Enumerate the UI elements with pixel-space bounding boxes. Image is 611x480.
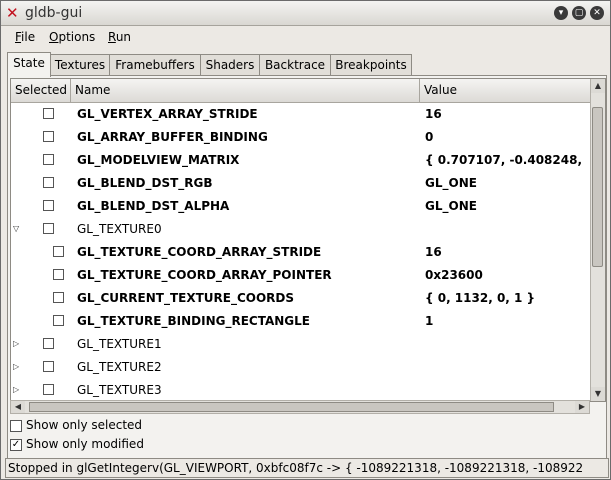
- row-value: 1: [425, 314, 434, 328]
- row-name: GL_CURRENT_TEXTURE_COORDS: [77, 291, 295, 305]
- tab-state[interactable]: State: [7, 52, 51, 77]
- expanded-triangle-icon[interactable]: ▽: [13, 225, 21, 233]
- row-select-checkbox[interactable]: [43, 131, 54, 142]
- row-name: GL_BLEND_DST_ALPHA: [77, 199, 230, 213]
- show-only-selected-checkbox[interactable]: [10, 420, 22, 432]
- table-row[interactable]: ▷ GL_TEXTURE1: [11, 333, 591, 356]
- row-name: GL_TEXTURE1: [77, 337, 162, 351]
- row-select-checkbox[interactable]: [43, 108, 54, 119]
- status-bar: Stopped in glGetIntegerv(GL_VIEWPORT, 0x…: [5, 458, 609, 478]
- row-select-checkbox[interactable]: [43, 338, 54, 349]
- row-select-checkbox[interactable]: [43, 361, 54, 372]
- scroll-up-icon[interactable]: ▲: [591, 79, 605, 93]
- row-value: GL_ONE: [425, 176, 477, 190]
- x-logo-icon: ✕: [6, 4, 19, 22]
- column-header-selected[interactable]: Selected: [11, 79, 71, 102]
- table-row[interactable]: GL_TEXTURE_COORD_ARRAY_POINTER 0x23600: [11, 264, 591, 287]
- row-name: GL_VERTEX_ARRAY_STRIDE: [77, 107, 258, 121]
- window-title: gldb-gui: [25, 5, 83, 21]
- row-name: GL_TEXTURE_COORD_ARRAY_POINTER: [77, 268, 332, 282]
- menu-run-mnemonic: R: [108, 30, 116, 44]
- table-row[interactable]: ▷ GL_TEXTURE2: [11, 356, 591, 379]
- row-name: GL_ARRAY_BUFFER_BINDING: [77, 130, 268, 144]
- row-value: 16: [425, 245, 442, 259]
- table-row[interactable]: GL_BLEND_DST_RGB GL_ONE: [11, 172, 591, 195]
- state-tree[interactable]: Selected Name Value GL_VERTEX_ARRAY_STRI…: [10, 78, 606, 402]
- row-value: 16: [425, 107, 442, 121]
- menu-file[interactable]: File: [15, 30, 35, 44]
- menu-options[interactable]: Options: [49, 30, 95, 44]
- close-icon[interactable]: ✕: [590, 6, 604, 20]
- collapsed-triangle-icon[interactable]: ▷: [13, 363, 21, 371]
- row-select-checkbox[interactable]: [43, 384, 54, 395]
- vertical-scrollbar[interactable]: ▲ ▼: [590, 79, 605, 401]
- maximize-icon[interactable]: ▢: [572, 6, 586, 20]
- scroll-down-icon[interactable]: ▼: [591, 387, 605, 401]
- row-name: GL_BLEND_DST_RGB: [77, 176, 213, 190]
- table-row[interactable]: GL_BLEND_DST_ALPHA GL_ONE: [11, 195, 591, 218]
- table-row[interactable]: GL_TEXTURE_BINDING_RECTANGLE 1: [11, 310, 591, 333]
- state-panel: Selected Name Value GL_VERTEX_ARRAY_STRI…: [7, 75, 607, 459]
- table-row[interactable]: GL_ARRAY_BUFFER_BINDING 0: [11, 126, 591, 149]
- row-value: 0: [425, 130, 434, 144]
- menu-options-label: ptions: [58, 30, 96, 44]
- row-name: GL_MODELVIEW_MATRIX: [77, 153, 240, 167]
- tab-framebuffers[interactable]: Framebuffers: [109, 54, 201, 75]
- table-row[interactable]: GL_MODELVIEW_MATRIX { 0.707107, -0.40824…: [11, 149, 591, 172]
- table-row[interactable]: GL_VERTEX_ARRAY_STRIDE 16: [11, 103, 591, 126]
- row-value: GL_ONE: [425, 199, 477, 213]
- row-select-checkbox[interactable]: [53, 269, 64, 280]
- row-select-checkbox[interactable]: [53, 315, 64, 326]
- menu-run-label: un: [115, 30, 132, 44]
- tab-bar: State Textures Framebuffers Shaders Back…: [7, 52, 607, 77]
- menu-run[interactable]: Run: [108, 30, 131, 44]
- show-only-modified-checkbox[interactable]: ✓: [10, 439, 22, 451]
- row-select-checkbox[interactable]: [43, 200, 54, 211]
- collapsed-triangle-icon[interactable]: ▷: [13, 340, 21, 348]
- main-window: ✕ gldb-gui ▾ ▢ ✕ File Options Run State …: [0, 0, 611, 480]
- show-only-selected-label: Show only selected: [26, 418, 143, 432]
- table-row[interactable]: ▷ GL_TEXTURE3: [11, 379, 591, 401]
- table-row[interactable]: ▽ GL_TEXTURE0: [11, 218, 591, 241]
- collapsed-triangle-icon[interactable]: ▷: [13, 386, 21, 394]
- row-name: GL_TEXTURE0: [77, 222, 162, 236]
- row-select-checkbox[interactable]: [53, 292, 64, 303]
- row-value: { 0.707107, -0.408248,: [425, 153, 583, 167]
- row-value: 0x23600: [425, 268, 483, 282]
- row-select-checkbox[interactable]: [43, 177, 54, 188]
- row-select-checkbox[interactable]: [53, 246, 64, 257]
- table-row[interactable]: GL_CURRENT_TEXTURE_COORDS { 0, 1132, 0, …: [11, 287, 591, 310]
- column-header-name[interactable]: Name: [71, 79, 420, 102]
- row-name: GL_TEXTURE3: [77, 383, 162, 397]
- horizontal-scrollbar[interactable]: ◀ ▶: [10, 400, 590, 414]
- row-name: GL_TEXTURE2: [77, 360, 162, 374]
- menu-file-label: ile: [21, 30, 36, 44]
- row-select-checkbox[interactable]: [43, 223, 54, 234]
- scroll-left-icon[interactable]: ◀: [11, 401, 25, 413]
- tab-textures[interactable]: Textures: [50, 54, 110, 75]
- tab-breakpoints[interactable]: Breakpoints: [330, 54, 412, 75]
- column-header-value[interactable]: Value: [420, 79, 591, 102]
- menu-bar: File Options Run: [1, 26, 610, 48]
- scroll-right-icon[interactable]: ▶: [575, 401, 589, 413]
- title-bar[interactable]: ✕ gldb-gui ▾ ▢ ✕: [1, 1, 610, 26]
- tab-backtrace[interactable]: Backtrace: [259, 54, 331, 75]
- tab-shaders[interactable]: Shaders: [200, 54, 260, 75]
- table-row[interactable]: GL_TEXTURE_COORD_ARRAY_STRIDE 16: [11, 241, 591, 264]
- show-only-modified-label: Show only modified: [26, 437, 144, 451]
- tree-header: Selected Name Value: [11, 79, 591, 103]
- row-value: { 0, 1132, 0, 1 }: [425, 291, 536, 305]
- row-select-checkbox[interactable]: [43, 154, 54, 165]
- minimize-icon[interactable]: ▾: [554, 6, 568, 20]
- horizontal-scroll-thumb[interactable]: [29, 402, 554, 412]
- vertical-scroll-thumb[interactable]: [592, 107, 603, 267]
- row-name: GL_TEXTURE_COORD_ARRAY_STRIDE: [77, 245, 322, 259]
- row-name: GL_TEXTURE_BINDING_RECTANGLE: [77, 314, 310, 328]
